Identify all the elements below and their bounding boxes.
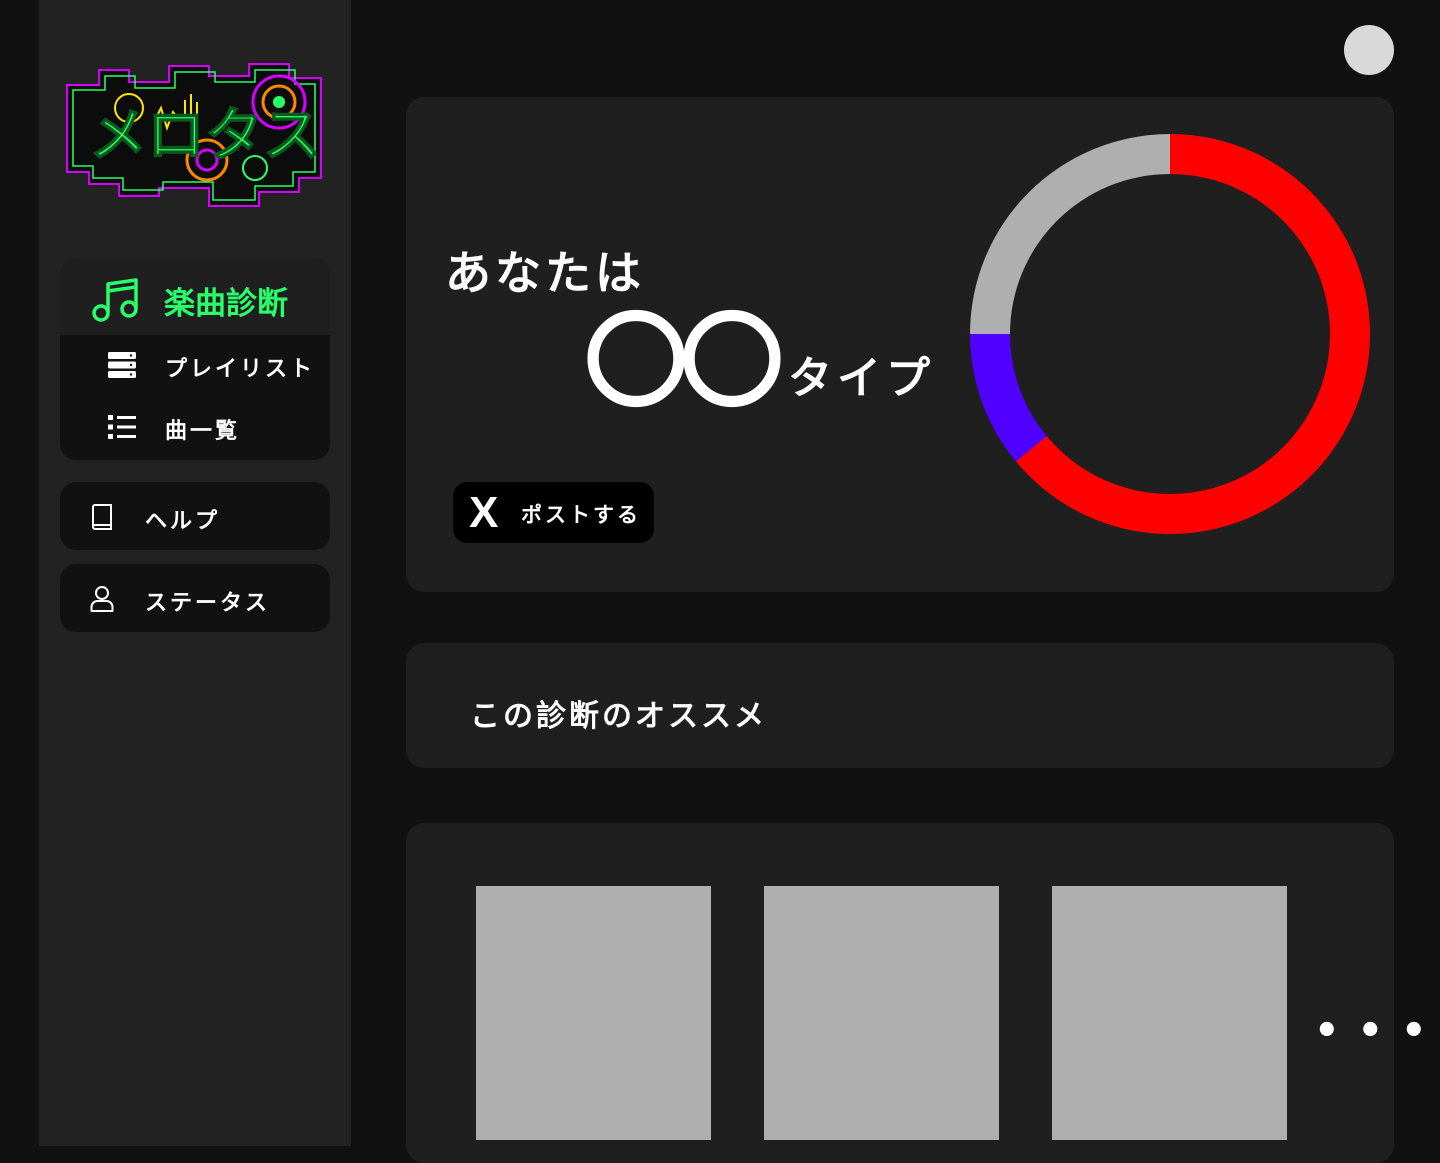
recommendation-header: この診断のオススメ bbox=[406, 643, 1394, 768]
list-icon bbox=[108, 415, 136, 439]
more-button[interactable]: • • • bbox=[1314, 1008, 1429, 1054]
recommendation-title: この診断のオススメ bbox=[470, 699, 767, 734]
post-to-x-button[interactable]: X ポストする bbox=[453, 482, 654, 543]
recommendation-thumbnail[interactable] bbox=[476, 886, 711, 1140]
recommendation-thumbnail[interactable] bbox=[1052, 886, 1287, 1140]
nav-item-help[interactable]: ヘルプ bbox=[60, 482, 330, 550]
app-logo[interactable]: メロタス bbox=[59, 60, 329, 210]
book-icon bbox=[92, 504, 112, 530]
recommendation-list: • • • bbox=[406, 823, 1427, 1163]
nav-item-song-list[interactable]: 曲一覧 bbox=[60, 402, 330, 452]
nav-item-label: 曲一覧 bbox=[165, 419, 241, 444]
recommendation-thumbnail[interactable] bbox=[764, 886, 999, 1140]
sidebar: メロタス 楽曲診断 プレイリスト 曲一覧 ヘルプ ステータス bbox=[39, 0, 351, 1146]
nav-group-diagnosis: 楽曲診断 プレイリスト 曲一覧 bbox=[60, 258, 330, 460]
nav-item-label: ヘルプ bbox=[145, 509, 221, 534]
post-button-label: ポストする bbox=[521, 503, 641, 527]
playlist-icon bbox=[108, 352, 136, 378]
svg-text:メロタス: メロタス bbox=[89, 101, 321, 169]
result-type-suffix: タイプ bbox=[788, 353, 935, 404]
nav-item-song-diagnosis[interactable]: 楽曲診断 bbox=[60, 258, 330, 335]
user-icon bbox=[90, 586, 114, 612]
result-headline: あなたは bbox=[445, 246, 645, 300]
nav-item-label: 楽曲診断 bbox=[164, 286, 288, 322]
nav-item-playlist[interactable]: プレイリスト bbox=[60, 340, 330, 390]
donut-segment-2 bbox=[970, 134, 1170, 334]
nav-item-status[interactable]: ステータス bbox=[60, 564, 330, 632]
x-logo-icon: X bbox=[469, 488, 499, 537]
donut-segment-1 bbox=[970, 334, 1047, 462]
result-card: あなたは 〇〇 タイプ X ポストする bbox=[406, 97, 1394, 592]
result-type-name: 〇〇 bbox=[584, 301, 784, 423]
nav-item-label: プレイリスト bbox=[165, 357, 316, 382]
music-note-icon bbox=[92, 278, 138, 322]
result-donut-chart bbox=[970, 134, 1370, 534]
nav-item-label: ステータス bbox=[145, 591, 271, 616]
avatar[interactable] bbox=[1344, 25, 1394, 75]
